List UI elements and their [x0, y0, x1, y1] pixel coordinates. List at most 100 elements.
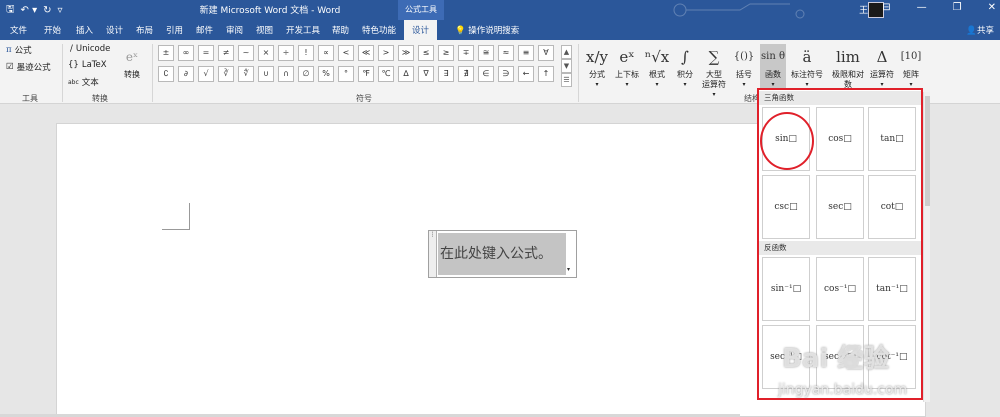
- tab-mailings[interactable]: 邮件: [196, 24, 213, 36]
- unicode-option[interactable]: / Unicode: [70, 44, 110, 54]
- function-button[interactable]: sin θ 函数 ▾: [760, 44, 786, 88]
- symbol-button[interactable]: ∓: [458, 45, 474, 61]
- symbols-scroll-down-button[interactable]: ▼: [561, 59, 572, 73]
- gallery-scrollbar[interactable]: [923, 92, 930, 402]
- matrix-button[interactable]: [10] 矩阵 ▾: [898, 44, 924, 88]
- function-gallery-item[interactable]: sec⁻¹□: [762, 325, 810, 389]
- symbol-button[interactable]: ≪: [358, 45, 374, 61]
- tab-file[interactable]: 文件: [10, 24, 27, 36]
- function-gallery-item[interactable]: tan□: [868, 107, 916, 171]
- symbol-button[interactable]: ∅: [298, 66, 314, 82]
- tell-me-search[interactable]: 💡 操作说明搜索: [455, 24, 519, 36]
- operator-button[interactable]: Δ 运算符 ▾: [868, 44, 896, 88]
- tab-references[interactable]: 引用: [166, 24, 183, 36]
- tab-equation-design[interactable]: 设计: [404, 20, 438, 40]
- accent-button[interactable]: ä 标注符号 ▾: [788, 44, 826, 88]
- tab-developer[interactable]: 开发工具: [286, 24, 320, 36]
- tab-help[interactable]: 帮助: [332, 24, 349, 36]
- function-gallery-item[interactable]: sec⁻¹□: [816, 325, 864, 389]
- symbol-button[interactable]: ∋: [498, 66, 514, 82]
- gallery-scroll-thumb[interactable]: [925, 96, 930, 206]
- limit-and-log-button[interactable]: lim极限和对数▾: [830, 44, 866, 98]
- symbol-button[interactable]: ≥: [438, 45, 454, 61]
- symbol-button[interactable]: ∜: [238, 66, 254, 82]
- function-gallery-item[interactable]: cot□: [868, 175, 916, 239]
- ribbon-display-icon[interactable]: ⊟: [882, 2, 890, 13]
- tab-view[interactable]: 视图: [256, 24, 273, 36]
- symbol-button[interactable]: ≅: [478, 45, 494, 61]
- symbol-button[interactable]: √: [198, 66, 214, 82]
- equation-placeholder[interactable]: 在此处键入公式。: [438, 233, 566, 275]
- equation-handle-icon[interactable]: ⋮: [429, 231, 437, 277]
- symbol-button[interactable]: ℉: [358, 66, 374, 82]
- convert-button[interactable]: eˣ 转换: [118, 44, 146, 80]
- restore-icon[interactable]: ❐: [953, 2, 962, 13]
- function-gallery-item[interactable]: sec□: [816, 175, 864, 239]
- symbol-button[interactable]: ∝: [318, 45, 334, 61]
- function-gallery-item[interactable]: csc□: [762, 175, 810, 239]
- tab-review[interactable]: 审阅: [226, 24, 243, 36]
- ink-equation-button[interactable]: ☑ 墨迹公式: [6, 61, 51, 73]
- symbol-button[interactable]: >: [378, 45, 394, 61]
- symbol-button[interactable]: <: [338, 45, 354, 61]
- symbol-button[interactable]: ℃: [378, 66, 394, 82]
- symbol-button[interactable]: ~: [238, 45, 254, 61]
- tab-special-features[interactable]: 特色功能: [362, 24, 396, 36]
- bracket-button[interactable]: {()} 括号 ▾: [730, 44, 758, 88]
- symbol-button[interactable]: %: [318, 66, 334, 82]
- tab-design[interactable]: 设计: [106, 24, 123, 36]
- script-button[interactable]: eˣ 上下标 ▾: [612, 44, 642, 88]
- text-option[interactable]: abc 文本: [68, 76, 99, 88]
- function-gallery-item[interactable]: sin□: [762, 107, 810, 171]
- radical-button[interactable]: ⁿ√x 根式 ▾: [644, 44, 670, 88]
- symbol-button[interactable]: ∀: [538, 45, 554, 61]
- symbol-button[interactable]: ∁: [158, 66, 174, 82]
- tab-home[interactable]: 开始: [44, 24, 61, 36]
- fraction-button[interactable]: x/y 分式 ▾: [584, 44, 610, 88]
- symbol-button[interactable]: ×: [258, 45, 274, 61]
- symbol-button[interactable]: ∪: [258, 66, 274, 82]
- latex-option[interactable]: {} LaTeX: [68, 60, 107, 70]
- symbol-button[interactable]: !: [298, 45, 314, 61]
- tab-insert[interactable]: 插入: [76, 24, 93, 36]
- symbol-button[interactable]: ∩: [278, 66, 294, 82]
- equation-container[interactable]: ⋮ 在此处键入公式。 ▾: [428, 230, 577, 278]
- symbol-button[interactable]: ∇: [418, 66, 434, 82]
- function-gallery-item[interactable]: tan⁻¹□: [868, 257, 916, 321]
- symbol-button[interactable]: ↑: [538, 66, 554, 82]
- symbol-button[interactable]: ÷: [278, 45, 294, 61]
- tab-layout[interactable]: 布局: [136, 24, 153, 36]
- chevron-down-icon[interactable]: ▾: [567, 266, 575, 276]
- braces-icon: {}: [68, 60, 79, 70]
- symbol-button[interactable]: ∞: [178, 45, 194, 61]
- symbol-button[interactable]: ∄: [458, 66, 474, 82]
- function-gallery-item[interactable]: cos□: [816, 107, 864, 171]
- symbol-button[interactable]: ∂: [178, 66, 194, 82]
- symbol-button[interactable]: °: [338, 66, 354, 82]
- symbols-scroll-up-button[interactable]: ▲: [561, 45, 572, 59]
- symbol-button[interactable]: ≤: [418, 45, 434, 61]
- function-gallery-item[interactable]: sin⁻¹□: [762, 257, 810, 321]
- symbol-button[interactable]: ∃: [438, 66, 454, 82]
- symbol-button[interactable]: ∛: [218, 66, 234, 82]
- symbol-button[interactable]: ±: [158, 45, 174, 61]
- minimize-icon[interactable]: —: [917, 2, 927, 13]
- share-button[interactable]: 👤共享: [966, 24, 994, 36]
- close-icon[interactable]: ✕: [988, 2, 996, 13]
- text-label: 文本: [81, 78, 99, 88]
- symbols-more-button[interactable]: ☰: [561, 73, 572, 87]
- conversions-group-label: 转换: [92, 94, 108, 103]
- large-operator-button[interactable]: ∑ 大型 运算符 ▾: [700, 44, 728, 98]
- symbol-button[interactable]: =: [198, 45, 214, 61]
- function-gallery-item[interactable]: cot⁻¹□: [868, 325, 916, 389]
- integral-button[interactable]: ∫ 积分 ▾: [672, 44, 698, 88]
- symbol-button[interactable]: ≈: [498, 45, 514, 61]
- function-gallery-item[interactable]: cos⁻¹□: [816, 257, 864, 321]
- symbol-button[interactable]: ∈: [478, 66, 494, 82]
- symbol-button[interactable]: ≠: [218, 45, 234, 61]
- symbol-button[interactable]: ≫: [398, 45, 414, 61]
- equation-button[interactable]: π 公式: [6, 44, 32, 56]
- symbol-button[interactable]: ∆: [398, 66, 414, 82]
- symbol-button[interactable]: ←: [518, 66, 534, 82]
- symbol-button[interactable]: ≡: [518, 45, 534, 61]
